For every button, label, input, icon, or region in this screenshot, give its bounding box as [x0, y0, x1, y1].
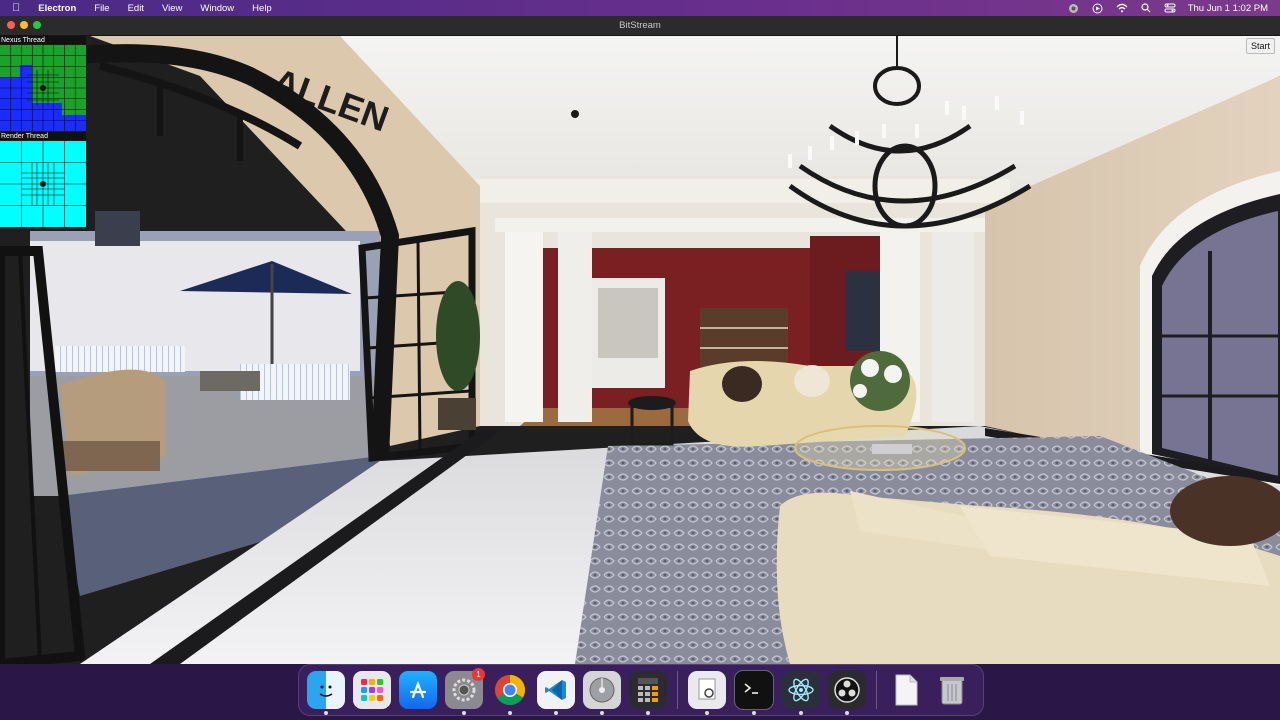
app-store-icon[interactable]	[399, 671, 437, 709]
nexus-thread-label: Nexus Thread	[0, 36, 86, 45]
dock-separator	[876, 671, 877, 709]
screen-record-icon[interactable]	[1092, 2, 1104, 14]
apple-menu-icon[interactable]: 	[12, 2, 20, 14]
nexus-thread-panel: Nexus Thread	[0, 36, 86, 136]
render-thread-label: Render Thread	[0, 132, 86, 141]
trash-icon[interactable]	[933, 671, 971, 709]
electron-icon[interactable]	[782, 671, 820, 715]
dock: 1	[298, 664, 984, 716]
window-title: BitStream	[619, 20, 661, 31]
start-button[interactable]: Start	[1245, 38, 1275, 54]
disk-utility-icon[interactable]	[583, 671, 621, 715]
launchpad-icon[interactable]	[353, 671, 391, 709]
control-center-icon[interactable]	[1164, 2, 1176, 14]
dock-separator	[677, 671, 678, 709]
nexus-thread-grid	[0, 45, 86, 131]
menu-clock[interactable]: Thu Jun 1 1:02 PM	[1188, 3, 1268, 14]
window-titlebar: BitStream	[0, 16, 1280, 36]
menu-help[interactable]: Help	[252, 3, 272, 14]
app-menu[interactable]: Electron	[38, 3, 76, 14]
chrome-icon[interactable]	[491, 671, 529, 715]
render-thread-panel: Render Thread	[0, 132, 86, 232]
vscode-icon[interactable]	[537, 671, 575, 715]
render-thread-grid	[0, 141, 86, 227]
menu-bar:  Electron File Edit View Window Help Th…	[0, 0, 1280, 16]
search-icon[interactable]	[1140, 2, 1152, 14]
menu-view[interactable]: View	[162, 3, 182, 14]
focus-icon[interactable]	[1068, 2, 1080, 14]
obs-icon[interactable]	[828, 671, 866, 715]
preview-icon[interactable]	[688, 671, 726, 715]
wifi-icon[interactable]	[1116, 2, 1128, 14]
calculator-icon[interactable]	[629, 671, 667, 715]
system-settings-icon[interactable]: 1	[445, 668, 485, 715]
app-window: BitStream ALLEN Nexus Thread Render Thre…	[0, 16, 1280, 664]
menu-edit[interactable]: Edit	[128, 3, 144, 14]
finder-icon[interactable]	[307, 671, 345, 715]
zoom-window-button[interactable]	[33, 21, 41, 29]
minimize-window-button[interactable]	[20, 21, 28, 29]
settings-badge: 1	[472, 668, 485, 681]
menu-file[interactable]: File	[94, 3, 109, 14]
documents-icon[interactable]	[887, 671, 925, 709]
menu-window[interactable]: Window	[200, 3, 234, 14]
streamed-3d-scene[interactable]: ALLEN	[0, 36, 1280, 664]
close-window-button[interactable]	[7, 21, 15, 29]
stream-viewport[interactable]: ALLEN Nexus Thread Render Thread Start	[0, 36, 1280, 664]
terminal-icon[interactable]	[734, 670, 774, 715]
